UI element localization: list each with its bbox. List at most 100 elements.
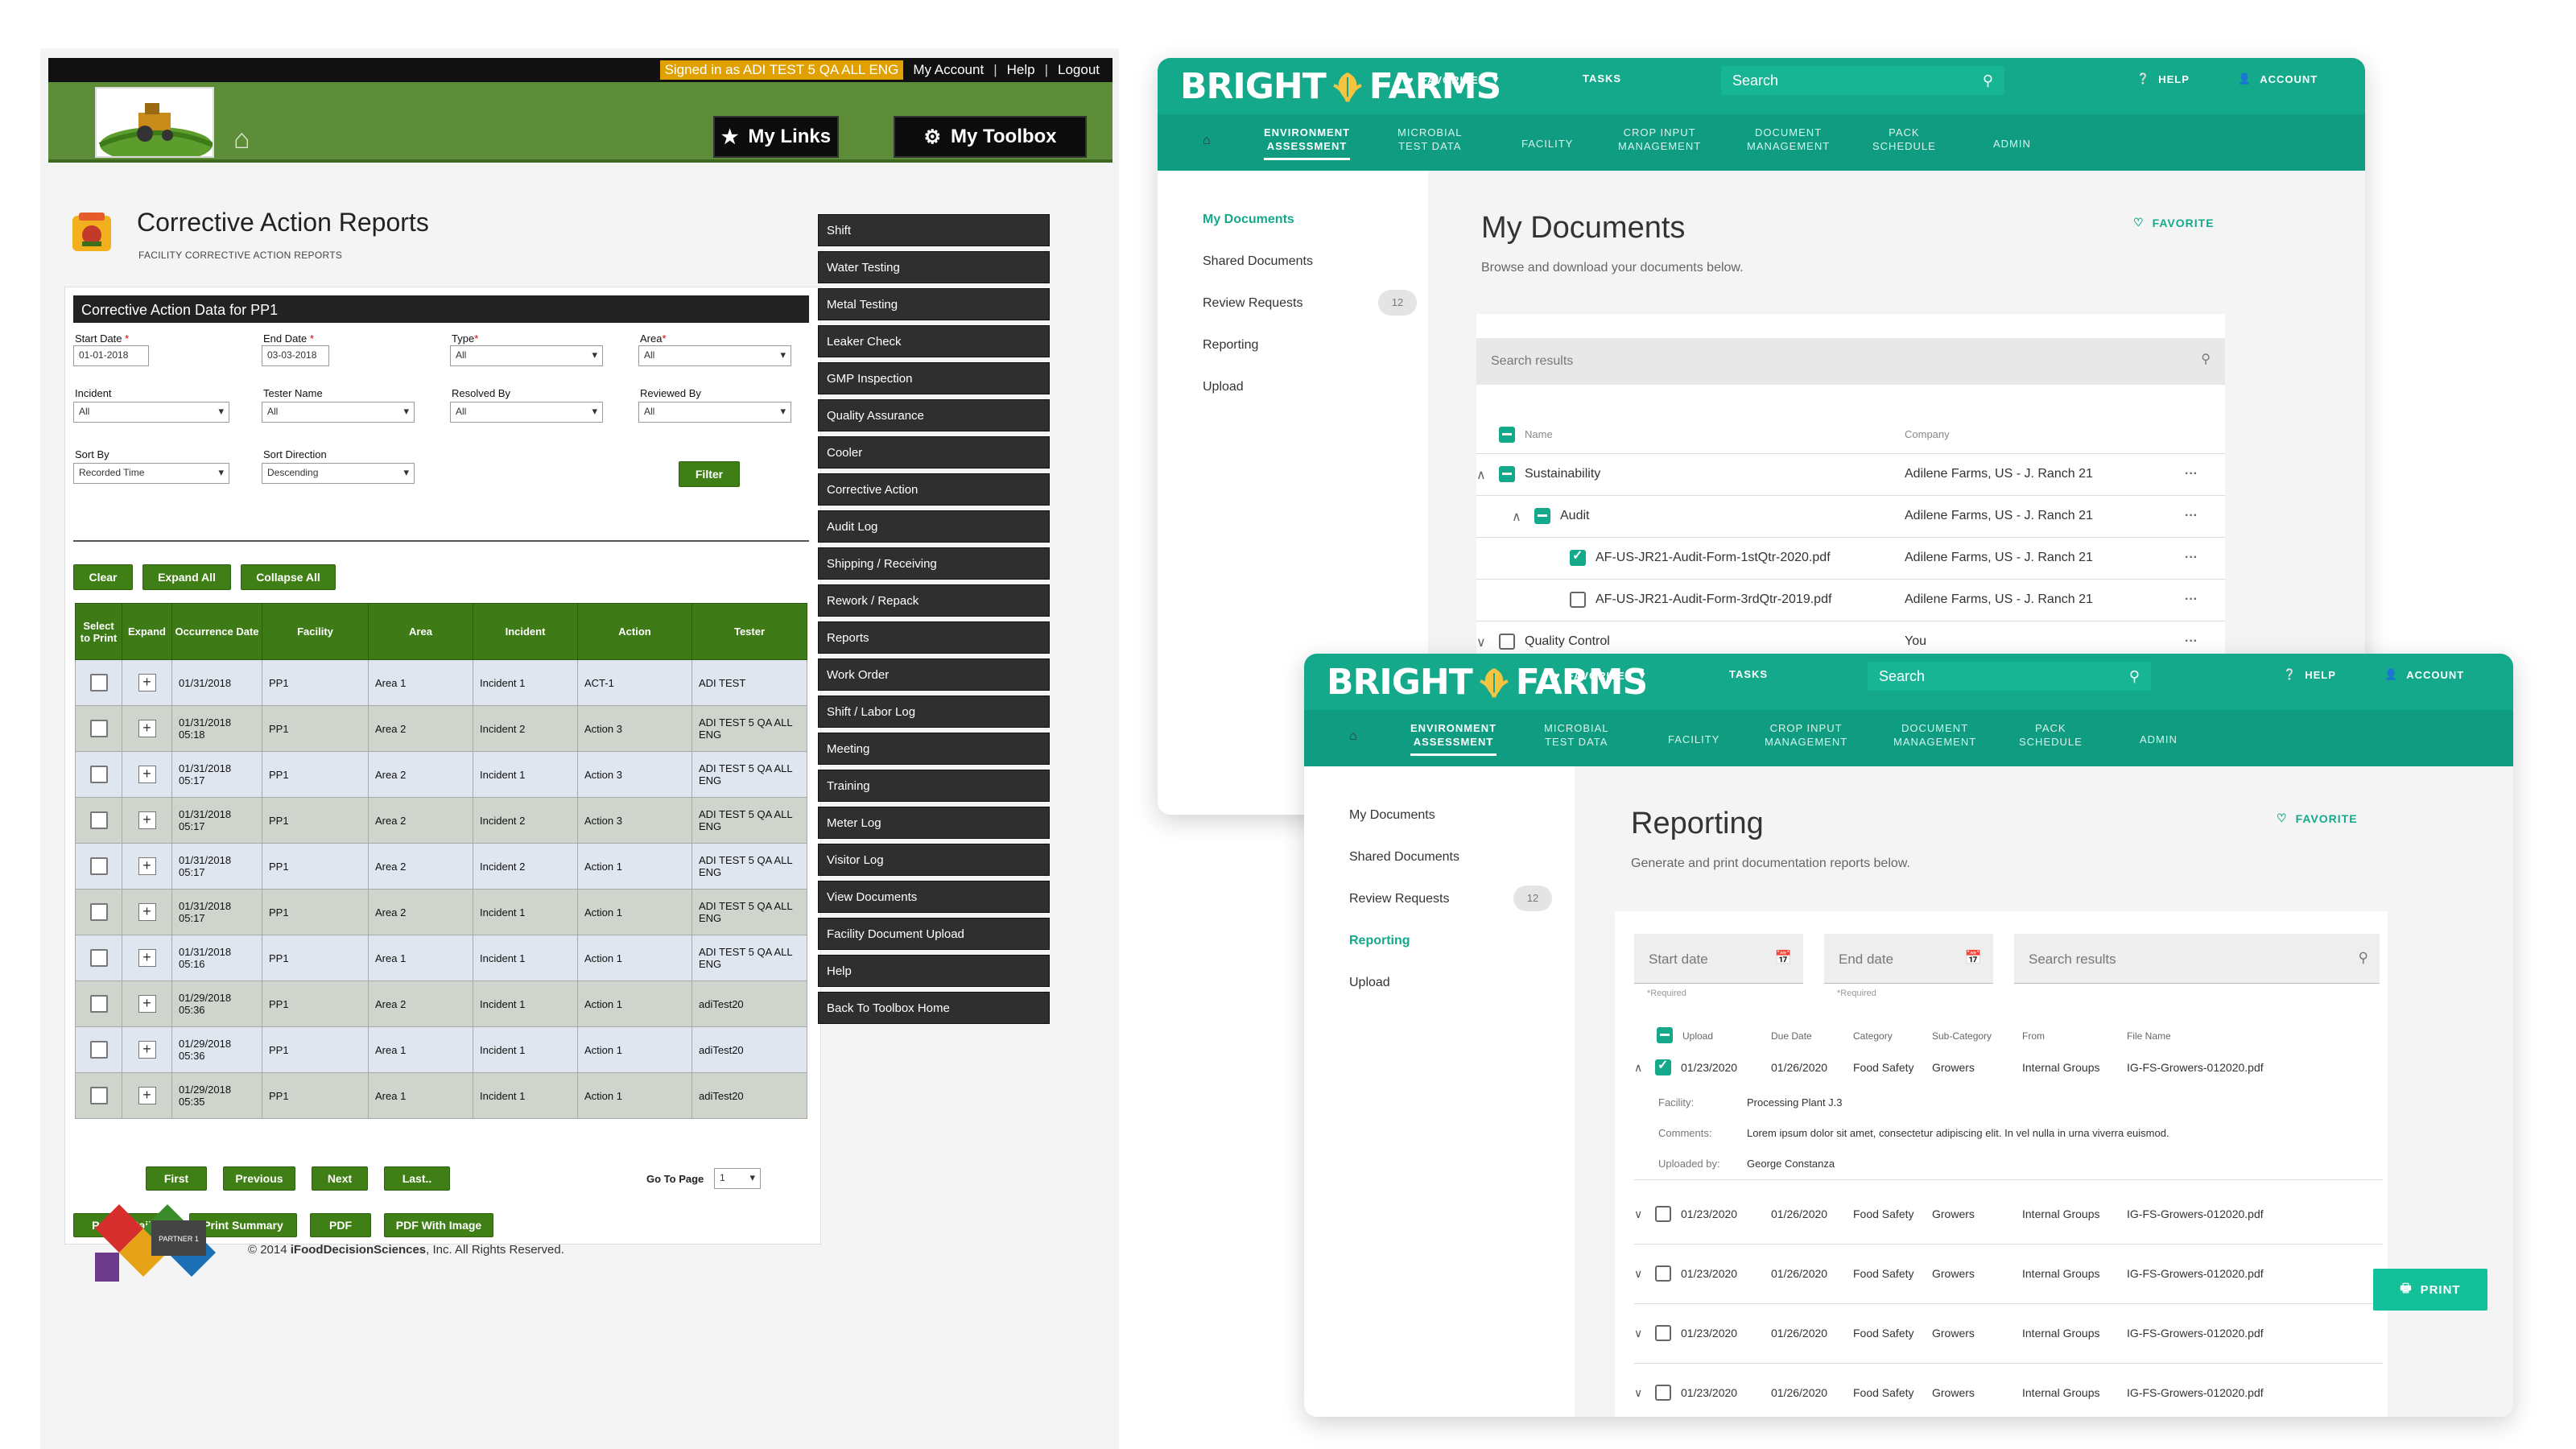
sidebar-item-upload[interactable]: Upload	[1203, 380, 1244, 394]
report-row[interactable]: ∨ 01/23/2020 01/26/2020 Food Safety Growers I…	[1634, 1364, 2383, 1417]
row-checkbox[interactable]	[1655, 1057, 1671, 1075]
nav-tab-microbial[interactable]: MICROBIAL TEST DATA	[1397, 126, 1463, 153]
reporting-search-input[interactable]: Search results ⚲	[2014, 934, 2380, 984]
sidebar-item-reporting[interactable]: Reporting	[1349, 934, 1410, 948]
col-from[interactable]: From	[2022, 1030, 2045, 1042]
select-to-print-checkbox[interactable]	[89, 995, 108, 1013]
toolbox-menu-item[interactable]: Meeting	[818, 733, 1050, 765]
toolbox-menu-item[interactable]: Help	[818, 955, 1050, 987]
next-page-button[interactable]: Next	[312, 1166, 368, 1191]
col-occurrence-date[interactable]: Occurrence Date	[171, 603, 262, 660]
col-area[interactable]: Area	[368, 603, 473, 660]
print-button[interactable]: 🖶 PRINT	[2373, 1269, 2487, 1311]
chevron-down-icon[interactable]: ∨	[1476, 634, 1486, 650]
col-name[interactable]: Name	[1525, 428, 1553, 440]
row-checkbox[interactable]	[1534, 508, 1550, 524]
col-tester[interactable]: Tester	[691, 603, 807, 660]
expand-row-button[interactable]: +	[138, 811, 156, 829]
col-incident[interactable]: Incident	[473, 603, 578, 660]
nav-tab-microbial[interactable]: MICROBIAL TEST DATA	[1544, 721, 1609, 749]
select-to-print-checkbox[interactable]	[89, 766, 108, 783]
favorite-button[interactable]: ♡ FAVORITE	[2277, 811, 2358, 825]
select-to-print-checkbox[interactable]	[89, 949, 108, 967]
col-facility[interactable]: Facility	[262, 603, 369, 660]
expand-row-button[interactable]: +	[138, 903, 156, 921]
report-row[interactable]: ∨ 01/23/2020 01/26/2020 Food Safety Growers I…	[1634, 1245, 2383, 1304]
help-menu[interactable]: ❔ HELP	[2136, 72, 2190, 85]
end-date-input[interactable]: 03-03-2018	[262, 345, 329, 366]
col-category[interactable]: Category	[1853, 1030, 1893, 1042]
favorite-button[interactable]: ♡ FAVORITE	[2133, 216, 2215, 229]
toolbox-menu-item[interactable]: Work Order	[818, 658, 1050, 691]
nav-tab-crop-input[interactable]: CROP INPUT MANAGEMENT	[1765, 721, 1847, 749]
toolbox-menu-item[interactable]: Leaker Check	[818, 325, 1050, 357]
sidebar-item-review-requests[interactable]: Review Requests	[1203, 296, 1303, 311]
sidebar-item-upload[interactable]: Upload	[1349, 976, 1390, 990]
nav-tab-environment[interactable]: ENVIRONMENT ASSESSMENT	[1410, 721, 1497, 756]
nav-tab-admin[interactable]: ADMIN	[2140, 733, 2178, 746]
nav-tab-document[interactable]: DOCUMENT MANAGEMENT	[1893, 721, 1976, 749]
chevron-down-icon[interactable]: ∨	[1634, 1208, 1642, 1221]
row-checkbox[interactable]	[1655, 1385, 1671, 1401]
toolbox-menu-item[interactable]: Corrective Action	[818, 473, 1050, 506]
toolbox-menu-item[interactable]: Facility Document Upload	[818, 918, 1050, 950]
nav-tab-environment[interactable]: ENVIRONMENT ASSESSMENT	[1264, 126, 1351, 160]
row-checkbox[interactable]	[1570, 547, 1586, 566]
nav-tab-facility[interactable]: FACILITY	[1668, 733, 1719, 746]
nav-tab-pack[interactable]: PACK SCHEDULE	[1872, 126, 1936, 153]
toolbox-menu-item[interactable]: GMP Inspection	[818, 362, 1050, 394]
resolved-by-select[interactable]: All	[450, 402, 603, 423]
toolbox-menu-item[interactable]: Cooler	[818, 436, 1050, 469]
area-select[interactable]: All	[638, 345, 791, 366]
chevron-down-icon[interactable]: ∨	[1634, 1386, 1642, 1400]
my-account-link[interactable]: My Account	[913, 62, 984, 78]
account-menu[interactable]: 👤 ACCOUNT	[2238, 72, 2318, 85]
toolbox-menu-item[interactable]: Meter Log	[818, 807, 1050, 839]
reviewed-by-select[interactable]: All	[638, 402, 791, 423]
select-to-print-checkbox[interactable]	[89, 903, 108, 921]
help-link[interactable]: Help	[1007, 62, 1035, 78]
my-links-button[interactable]: ★ My Links	[713, 116, 839, 158]
chevron-up-icon[interactable]: ∧	[1634, 1061, 1642, 1075]
toolbox-menu-item[interactable]: Shift	[818, 214, 1050, 246]
toolbox-menu-item[interactable]: Metal Testing	[818, 288, 1050, 320]
toolbox-menu-item[interactable]: Visitor Log	[818, 844, 1050, 876]
filter-button[interactable]: Filter	[679, 461, 740, 487]
tasks-menu[interactable]: TASKS	[1583, 72, 1621, 85]
end-date-input[interactable]: End date 📅	[1824, 934, 1993, 984]
chevron-down-icon[interactable]: ∨	[1634, 1267, 1642, 1281]
tester-name-select[interactable]: All	[262, 402, 415, 423]
report-row[interactable]: ∨ 01/23/2020 01/26/2020 Food Safety Growers I…	[1634, 1185, 2383, 1245]
document-row[interactable]: ∧ Audit Adilene Farms, US - J. Ranch 21 ···	[1476, 496, 2225, 538]
report-row[interactable]: ∧ 01/23/2020 01/26/2020 Food Safety Growers I…	[1634, 1048, 2383, 1180]
pdf-with-image-button[interactable]: PDF With Image	[384, 1213, 493, 1237]
toolbox-menu-item[interactable]: Back To Toolbox Home	[818, 992, 1050, 1024]
sidebar-item-reporting[interactable]: Reporting	[1203, 338, 1258, 353]
col-file-name[interactable]: File Name	[2127, 1030, 2171, 1042]
toolbox-menu-item[interactable]: Reports	[818, 621, 1050, 654]
toolbox-menu-item[interactable]: Water Testing	[818, 251, 1050, 283]
expand-row-button[interactable]: +	[138, 857, 156, 875]
more-options-icon[interactable]: ···	[2185, 467, 2198, 481]
nav-tab-facility[interactable]: FACILITY	[1521, 137, 1573, 151]
col-due-date[interactable]: Due Date	[1771, 1030, 1812, 1042]
nav-tab-document[interactable]: DOCUMENT MANAGEMENT	[1747, 126, 1830, 153]
expand-row-button[interactable]: +	[138, 1087, 156, 1104]
tractor-logo[interactable]	[95, 87, 214, 158]
toolbox-menu-item[interactable]: View Documents	[818, 881, 1050, 913]
chevron-up-icon[interactable]: ∧	[1476, 467, 1486, 483]
row-checkbox[interactable]	[1655, 1206, 1671, 1222]
start-date-input[interactable]: Start date 📅	[1634, 934, 1803, 984]
toolbox-menu-item[interactable]: Quality Assurance	[818, 399, 1050, 431]
sort-by-select[interactable]: Recorded Time	[73, 463, 229, 484]
document-row[interactable]: AF-US-JR21-Audit-Form-1stQtr-2020.pdf Adi…	[1476, 538, 2225, 580]
select-to-print-checkbox[interactable]	[89, 811, 108, 829]
collapse-all-button[interactable]: Collapse All	[241, 564, 336, 590]
more-options-icon[interactable]: ···	[2185, 634, 2198, 649]
more-options-icon[interactable]: ···	[2185, 592, 2198, 607]
row-checkbox[interactable]	[1655, 1325, 1671, 1341]
toolbox-menu-item[interactable]: Rework / Repack	[818, 584, 1050, 617]
sidebar-item-shared-documents[interactable]: Shared Documents	[1203, 254, 1313, 269]
header-search[interactable]: Search ⚲	[1868, 662, 2151, 691]
select-to-print-checkbox[interactable]	[89, 1087, 108, 1104]
